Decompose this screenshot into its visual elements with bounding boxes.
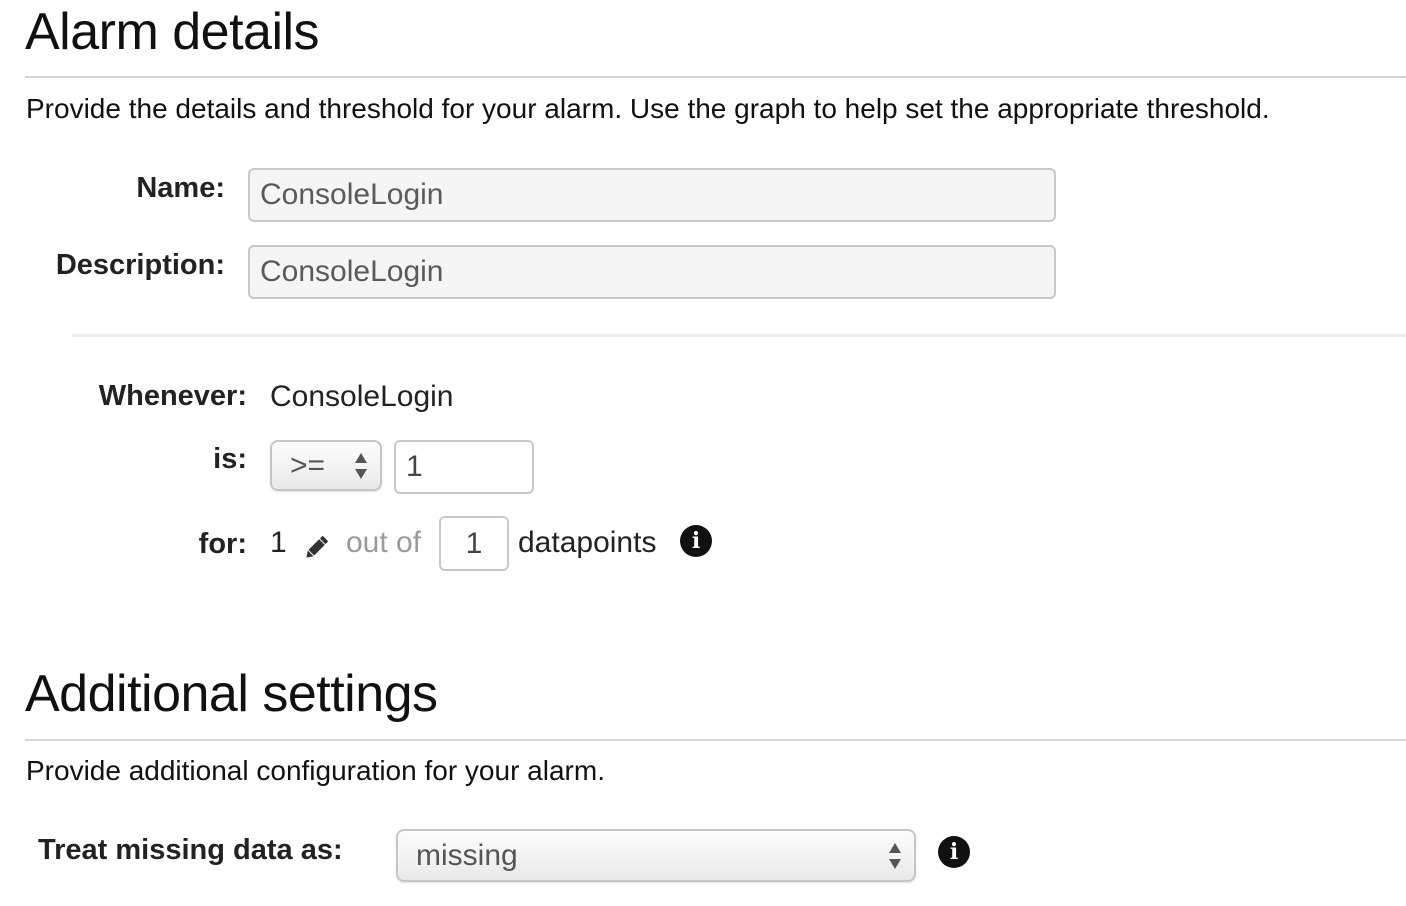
operator-select-value: >= [290, 448, 326, 482]
missing-data-select[interactable]: missing [396, 829, 916, 882]
alarm-details-title: Alarm details [25, 3, 320, 61]
evaluation-periods-input[interactable] [439, 516, 509, 571]
up-down-arrows-icon [355, 452, 367, 479]
alarm-details-divider [25, 76, 1406, 78]
description-label: Description: [55, 249, 225, 281]
missing-data-info-icon[interactable]: i [938, 836, 970, 868]
additional-settings-description: Provide additional configuration for you… [26, 755, 605, 786]
info-icon-glyph: i [949, 839, 959, 865]
missing-data-select-value: missing [416, 838, 518, 872]
up-down-arrows-icon [889, 842, 901, 869]
info-icon-glyph: i [691, 528, 701, 554]
whenever-metric: ConsoleLogin [270, 380, 454, 413]
additional-settings-title: Additional settings [25, 665, 438, 723]
name-input[interactable] [248, 168, 1056, 222]
info-icon[interactable]: i [680, 525, 712, 557]
description-input[interactable] [248, 245, 1056, 299]
alarm-details-description: Provide the details and threshold for yo… [26, 93, 1270, 124]
is-label: is: [213, 443, 247, 475]
name-label: Name: [136, 172, 225, 204]
datapoints-text: datapoints [518, 526, 657, 559]
operator-select[interactable]: >= [270, 440, 382, 491]
for-label: for: [198, 528, 247, 560]
out-of-text: out of [346, 526, 422, 559]
threshold-input[interactable] [394, 440, 534, 494]
pencil-icon[interactable] [302, 532, 332, 562]
threshold-divider [72, 334, 1406, 337]
additional-settings-divider [25, 739, 1406, 741]
missing-data-label: Treat missing data as: [38, 834, 343, 866]
datapoints-to-alarm-value: 1 [270, 526, 287, 559]
whenever-label: Whenever: [98, 380, 247, 412]
